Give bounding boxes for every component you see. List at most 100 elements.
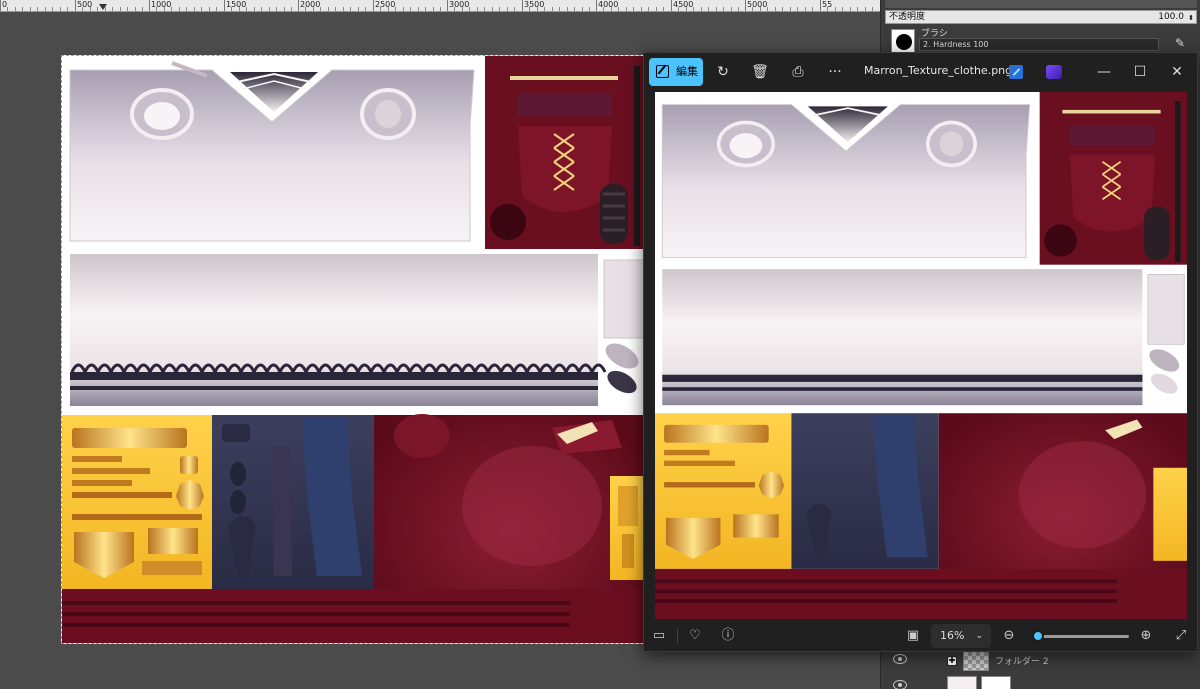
ruler-minor-tick bbox=[469, 7, 470, 11]
fullscreen-icon[interactable]: ⤢ bbox=[1172, 627, 1190, 645]
ruler-minor-tick bbox=[693, 7, 694, 11]
layer-thumbnail bbox=[947, 676, 977, 689]
ruler-minor-tick bbox=[507, 7, 508, 11]
horizontal-ruler[interactable]: 0 500 1000 1500 2000 2500 3000 3500 4000 4500 5000… bbox=[0, 0, 880, 12]
ruler-label: 2500 bbox=[375, 0, 396, 9]
ruler-label: 3000 bbox=[449, 0, 470, 9]
opacity-value[interactable]: 100.0 bbox=[1158, 11, 1184, 23]
ruler-minor-tick bbox=[454, 7, 455, 11]
spin-icon[interactable]: ⬍ bbox=[1188, 12, 1194, 24]
filmstrip-icon[interactable]: ▭ bbox=[650, 627, 668, 645]
zoom-dropdown[interactable]: 16% ⌄ bbox=[931, 624, 991, 648]
fit-to-window-icon[interactable]: ▣ bbox=[904, 627, 922, 645]
ruler-minor-tick bbox=[529, 7, 530, 11]
ruler-minor-tick bbox=[827, 7, 828, 11]
maximize-icon[interactable]: ☐ bbox=[1130, 62, 1150, 82]
close-icon[interactable]: ✕ bbox=[1167, 62, 1187, 82]
ruler-minor-tick bbox=[648, 7, 649, 11]
open-in-app-icon[interactable] bbox=[1009, 65, 1023, 79]
brush-dot-icon bbox=[896, 34, 912, 50]
zoom-slider-thumb[interactable] bbox=[1031, 630, 1044, 642]
ruler-minor-tick bbox=[201, 7, 202, 11]
ruler-minor-tick bbox=[760, 7, 761, 11]
ruler-minor-tick bbox=[156, 7, 157, 11]
ruler-minor-tick bbox=[559, 7, 560, 11]
ruler-minor-tick bbox=[656, 7, 657, 11]
ruler-minor-tick bbox=[112, 7, 113, 11]
ruler-minor-tick bbox=[60, 7, 61, 11]
ruler-minor-tick bbox=[7, 7, 8, 11]
eye-icon[interactable] bbox=[893, 654, 907, 664]
layer-thumbnail bbox=[963, 651, 989, 671]
ruler-minor-tick bbox=[872, 7, 873, 11]
zoom-value: 16% bbox=[940, 629, 965, 642]
ruler-minor-tick bbox=[544, 7, 545, 11]
layer-row[interactable] bbox=[885, 676, 1197, 689]
app-window: 0 500 1000 1500 2000 2500 3000 3500 4000 4500 5000… bbox=[0, 0, 1200, 689]
ruler-minor-tick bbox=[350, 7, 351, 11]
brush-name-field[interactable]: 2. Hardness 100 bbox=[919, 38, 1159, 51]
ruler-minor-tick bbox=[179, 7, 180, 11]
ruler-minor-tick bbox=[343, 7, 344, 11]
edit-button[interactable]: 編集 bbox=[649, 58, 703, 86]
ruler-minor-tick bbox=[574, 7, 575, 11]
ruler-minor-tick bbox=[462, 7, 463, 11]
ruler-label: 1500 bbox=[226, 0, 247, 9]
ruler-minor-tick bbox=[603, 7, 604, 11]
ruler-minor-tick bbox=[388, 7, 389, 11]
info-icon[interactable]: ⓘ bbox=[719, 627, 737, 645]
viewer-image[interactable] bbox=[655, 92, 1187, 619]
ruler-label: 4500 bbox=[673, 0, 694, 9]
ruler-minor-tick bbox=[120, 7, 121, 11]
ruler-label: 4000 bbox=[598, 0, 619, 9]
zoom-in-icon[interactable]: ⊕ bbox=[1137, 627, 1155, 645]
opacity-field[interactable]: 不透明度 100.0 ⬍ bbox=[885, 10, 1197, 24]
image-canvas[interactable] bbox=[61, 55, 646, 644]
ruler-minor-tick bbox=[611, 7, 612, 11]
ruler-minor-tick bbox=[618, 7, 619, 11]
ruler-minor-tick bbox=[686, 7, 687, 11]
chevron-down-icon: ⌄ bbox=[975, 631, 983, 641]
ruler-minor-tick bbox=[492, 7, 493, 11]
layer-name: フォルダー 2 bbox=[995, 657, 1049, 667]
zoom-out-icon[interactable]: ⊖ bbox=[1000, 627, 1018, 645]
divider bbox=[677, 629, 678, 643]
ruler-minor-tick bbox=[305, 7, 306, 11]
clipchamp-icon[interactable] bbox=[1046, 65, 1062, 79]
ruler-minor-tick bbox=[142, 7, 143, 11]
ruler-minor-tick bbox=[812, 7, 813, 11]
zoom-slider[interactable] bbox=[1031, 630, 1129, 642]
ruler-minor-tick bbox=[261, 7, 262, 11]
edit-brush-icon[interactable]: ✎ bbox=[1175, 36, 1191, 50]
ruler-minor-tick bbox=[410, 7, 411, 11]
ruler-minor-tick bbox=[37, 7, 38, 11]
ruler-minor-tick bbox=[842, 7, 843, 11]
ruler-minor-tick bbox=[790, 7, 791, 11]
ruler-label: 2000 bbox=[300, 0, 321, 9]
more-icon[interactable]: ··· bbox=[825, 62, 845, 82]
minimize-icon[interactable]: — bbox=[1094, 62, 1114, 82]
ruler-label: 3500 bbox=[524, 0, 545, 9]
ruler-minor-tick bbox=[805, 7, 806, 11]
ruler-minor-tick bbox=[30, 7, 31, 11]
texture-artwork bbox=[62, 56, 645, 643]
eye-icon[interactable] bbox=[893, 680, 907, 689]
delete-icon[interactable]: 🗑 bbox=[750, 62, 770, 82]
ruler-minor-tick bbox=[850, 7, 851, 11]
brush-selector[interactable]: ブラシ 2. Hardness 100 ✎ bbox=[885, 26, 1197, 54]
ruler-minor-tick bbox=[865, 7, 866, 11]
ruler-minor-tick bbox=[701, 7, 702, 11]
ruler-minor-tick bbox=[320, 7, 321, 11]
ruler-label: 5000 bbox=[747, 0, 768, 9]
ruler-minor-tick bbox=[276, 7, 277, 11]
favorite-icon[interactable]: ♡ bbox=[686, 627, 704, 645]
ruler-minor-tick bbox=[567, 7, 568, 11]
ruler-minor-tick bbox=[633, 7, 634, 11]
ruler-minor-tick bbox=[403, 7, 404, 11]
brush-preview[interactable] bbox=[891, 29, 915, 53]
layer-row[interactable]: ✚ フォルダー 2 bbox=[885, 650, 1197, 672]
folder-expand-icon[interactable]: ✚ bbox=[947, 656, 957, 666]
ruler-minor-tick bbox=[15, 7, 16, 11]
rotate-icon[interactable]: ↻ bbox=[713, 62, 733, 82]
print-icon[interactable]: ⎙ bbox=[788, 62, 808, 82]
